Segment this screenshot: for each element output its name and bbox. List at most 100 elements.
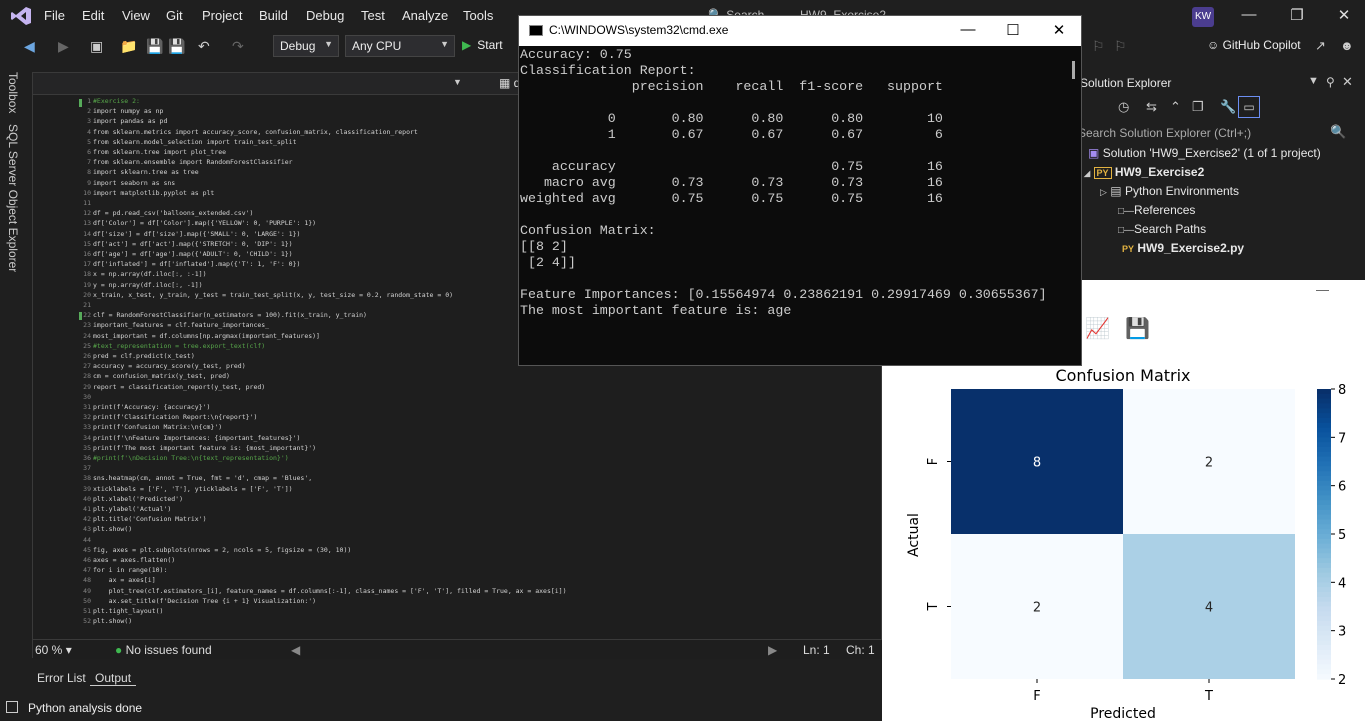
code-line[interactable]: print(f'The most important feature is: {… bbox=[93, 444, 316, 452]
close-icon[interactable]: ✕ bbox=[1044, 21, 1074, 39]
code-line[interactable]: accuracy = accuracy_score(y_test, pred) bbox=[93, 362, 246, 370]
minimize-icon[interactable]: — bbox=[1234, 6, 1264, 23]
project-node[interactable]: ◢ PY HW9_Exercise2 bbox=[1084, 165, 1204, 179]
open-folder-icon[interactable]: 📁 bbox=[120, 38, 137, 55]
back-icon[interactable]: ◀ bbox=[24, 38, 35, 55]
code-line[interactable]: plt.show() bbox=[93, 617, 132, 625]
code-line[interactable]: plt.title('Confusion Matrix') bbox=[93, 515, 207, 523]
code-line[interactable]: pred = clf.predict(x_test) bbox=[93, 352, 195, 360]
code-line[interactable]: cm = confusion_matrix(y_test, pred) bbox=[93, 372, 230, 380]
properties-icon[interactable]: 🔧 bbox=[1220, 99, 1236, 115]
share-icon[interactable]: ↗ bbox=[1315, 38, 1326, 54]
preview-icon[interactable]: ▭ bbox=[1238, 96, 1260, 118]
menu-item-test[interactable]: Test bbox=[361, 8, 385, 23]
code-line[interactable]: from sklearn.tree import plot_tree bbox=[93, 148, 226, 156]
code-line[interactable]: plt.xlabel('Predicted') bbox=[93, 495, 183, 503]
code-line[interactable]: print(f'\nFeature Importances: {importan… bbox=[93, 434, 300, 442]
code-line[interactable]: from sklearn.metrics import accuracy_sco… bbox=[93, 128, 418, 136]
code-line[interactable]: for i in range(10): bbox=[93, 566, 167, 574]
code-line[interactable]: xticklabels = ['F', 'T'], yticklabels = … bbox=[93, 485, 293, 493]
history-icon[interactable]: ◷ bbox=[1118, 99, 1129, 115]
code-line[interactable]: most_important = df.columns[np.argmax(im… bbox=[93, 332, 320, 340]
menu-item-build[interactable]: Build bbox=[259, 8, 288, 23]
minimize-icon[interactable]: — bbox=[1316, 282, 1329, 297]
menu-item-git[interactable]: Git bbox=[166, 8, 183, 23]
code-line[interactable]: report = classification_report(y_test, p… bbox=[93, 383, 265, 391]
feedback-icon[interactable]: ☻ bbox=[1340, 38, 1354, 53]
restore-icon[interactable]: ❐ bbox=[1282, 6, 1312, 24]
code-line[interactable]: import seaborn as sns bbox=[93, 179, 175, 187]
code-line[interactable]: axes = axes.flatten() bbox=[93, 556, 175, 564]
show-all-files-icon[interactable]: ❐ bbox=[1192, 99, 1204, 115]
close-icon[interactable]: ✕ bbox=[1342, 74, 1353, 90]
menu-item-edit[interactable]: Edit bbox=[82, 8, 104, 23]
issues-indicator[interactable]: ● No issues found bbox=[115, 643, 212, 657]
chevron-down-icon[interactable]: ▼ bbox=[1308, 75, 1319, 87]
collapse-all-icon[interactable]: ⌃ bbox=[1170, 99, 1181, 115]
code-line[interactable]: print(f'Accuracy: {accuracy}') bbox=[93, 403, 210, 411]
code-line[interactable]: plt.show() bbox=[93, 525, 132, 533]
solution-node[interactable]: ▣ Solution 'HW9_Exercise2' (1 of 1 proje… bbox=[1088, 146, 1321, 160]
forward-icon[interactable]: ▶ bbox=[58, 38, 69, 55]
save-figure-icon[interactable]: 💾 bbox=[1125, 316, 1150, 341]
avatar[interactable]: KW bbox=[1192, 7, 1214, 27]
code-line[interactable]: df['Color'] = df['Color'].map({'YELLOW':… bbox=[93, 219, 316, 227]
code-line[interactable]: plt.ylabel('Actual') bbox=[93, 505, 171, 513]
undo-icon[interactable]: ↶ bbox=[198, 38, 210, 55]
code-line[interactable]: fig, axes = plt.subplots(nrows = 2, ncol… bbox=[93, 546, 351, 554]
code-line[interactable]: sns.heatmap(cm, annot = True, fmt = 'd',… bbox=[93, 474, 312, 482]
pin-icon[interactable]: ⚲ bbox=[1326, 75, 1335, 89]
python-environments-node[interactable]: ▷ ▤ Python Environments bbox=[1100, 184, 1239, 198]
toolbox-tab[interactable]: Toolbox bbox=[6, 72, 20, 113]
code-line[interactable]: #text_representation = tree.export_text(… bbox=[93, 342, 265, 350]
code-line[interactable]: important_features = clf.feature_importa… bbox=[93, 321, 269, 329]
references-node[interactable]: □—References bbox=[1118, 203, 1195, 217]
code-line[interactable]: #print(f'\nDecision Tree:\n{text_represe… bbox=[93, 454, 289, 462]
scrollbar-thumb[interactable] bbox=[1072, 61, 1075, 79]
redo-icon[interactable]: ↷ bbox=[232, 38, 244, 55]
search-paths-node[interactable]: □—Search Paths bbox=[1118, 222, 1206, 236]
menu-item-file[interactable]: File bbox=[44, 8, 65, 23]
scroll-right-icon[interactable]: ▶ bbox=[768, 643, 777, 657]
code-line[interactable]: #Exercise 2: bbox=[93, 97, 140, 105]
close-icon[interactable]: ✕ bbox=[1329, 6, 1359, 24]
menu-item-analyze[interactable]: Analyze bbox=[402, 8, 448, 23]
code-line[interactable]: import numpy as np bbox=[93, 107, 163, 115]
menu-item-debug[interactable]: Debug bbox=[306, 8, 344, 23]
new-project-icon[interactable]: ▣ bbox=[90, 38, 103, 55]
code-line[interactable]: df['size'] = df['size'].map({'SMALL': 0,… bbox=[93, 230, 300, 238]
configure-subplots-icon[interactable]: 📈 bbox=[1085, 316, 1110, 341]
config-dropdown[interactable]: Debug ▼ bbox=[273, 35, 339, 57]
solution-search-input[interactable]: Search Solution Explorer (Ctrl+;) bbox=[1078, 124, 1361, 144]
code-line[interactable]: df['act'] = df['act'].map({'STRETCH': 0,… bbox=[93, 240, 293, 248]
bookmark-next-icon[interactable]: ⚐ bbox=[1114, 38, 1127, 55]
menu-item-project[interactable]: Project bbox=[202, 8, 242, 23]
sync-icon[interactable]: ⇆ bbox=[1146, 99, 1157, 115]
code-line[interactable]: import pandas as pd bbox=[93, 117, 167, 125]
save-all-icon[interactable]: 💾 bbox=[168, 38, 185, 55]
code-line[interactable]: import sklearn.tree as tree bbox=[93, 168, 199, 176]
start-button[interactable]: ▶ Start bbox=[462, 38, 503, 52]
code-line[interactable]: y = np.array(df.iloc[:, -1]) bbox=[93, 281, 203, 289]
code-line[interactable]: x = np.array(df.iloc[:, :-1]) bbox=[93, 270, 207, 278]
zoom-dropdown[interactable]: 60 % ▾ bbox=[35, 643, 72, 657]
menu-item-view[interactable]: View bbox=[122, 8, 150, 23]
code-line[interactable]: import matplotlib.pyplot as plt bbox=[93, 189, 214, 197]
bookmark-icon[interactable]: ⚐ bbox=[1092, 38, 1105, 55]
code-line[interactable]: print(f'Classification Report:\n{report}… bbox=[93, 413, 257, 421]
menu-item-tools[interactable]: Tools bbox=[463, 8, 493, 23]
platform-dropdown[interactable]: Any CPU ▼ bbox=[345, 35, 455, 57]
github-copilot-button[interactable]: ☺ GitHub Copilot bbox=[1207, 38, 1301, 52]
code-line[interactable]: x_train, x_test, y_train, y_test = train… bbox=[93, 291, 453, 299]
code-line[interactable]: ax = axes[i] bbox=[93, 576, 156, 584]
code-line[interactable]: df['inflated'] = df['inflated'].map({'T'… bbox=[93, 260, 300, 268]
code-line[interactable]: df = pd.read_csv('balloons_extended.csv'… bbox=[93, 209, 253, 217]
code-line[interactable]: clf = RandomForestClassifier(n_estimator… bbox=[93, 311, 367, 319]
code-line[interactable]: print(f'Confusion Matrix:\n{cm}') bbox=[93, 423, 222, 431]
minimize-icon[interactable]: — bbox=[953, 21, 983, 38]
code-line[interactable]: from sklearn.ensemble import RandomFores… bbox=[93, 158, 293, 166]
sql-server-object-explorer-tab[interactable]: SQL Server Object Explorer bbox=[6, 124, 20, 272]
chevron-down-icon[interactable]: ▼ bbox=[453, 77, 462, 87]
tab-error-list[interactable]: Error List bbox=[32, 671, 91, 685]
code-line[interactable]: plot_tree(clf.estimators_[i], feature_na… bbox=[93, 587, 567, 595]
